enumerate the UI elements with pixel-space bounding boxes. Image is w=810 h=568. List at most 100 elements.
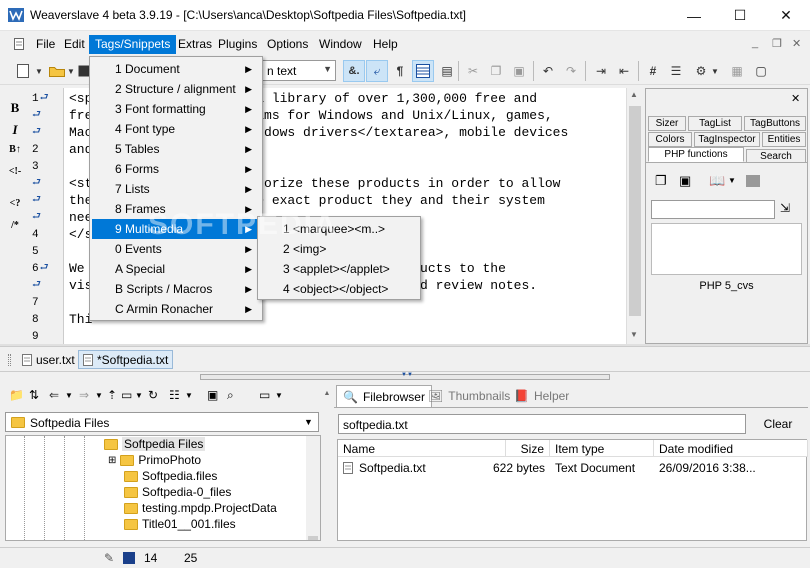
tags-menu-item[interactable]: 0 Events ▶ bbox=[92, 239, 260, 259]
function-icon[interactable] bbox=[746, 175, 760, 187]
view-mode-select[interactable]: n text ▼ bbox=[262, 60, 336, 81]
settings-dropdown-icon[interactable]: ▼ bbox=[710, 60, 720, 82]
up-folder-icon[interactable]: ⇡ bbox=[107, 388, 117, 402]
tree-node[interactable]: Title01__001.files bbox=[124, 516, 236, 532]
outdent-icon[interactable]: ⇤ bbox=[613, 60, 635, 82]
find-icon[interactable]: ⌕ bbox=[227, 388, 234, 403]
bold-button[interactable]: B bbox=[6, 100, 24, 118]
editor-scrollbar[interactable]: ▲ ▼ bbox=[626, 88, 643, 344]
book-icon[interactable]: 📖 bbox=[709, 173, 725, 189]
word-wrap-button[interactable]: ⤶ bbox=[366, 60, 388, 82]
pilcrow-icon[interactable]: ¶ bbox=[389, 60, 411, 82]
open-folder-icon[interactable] bbox=[46, 60, 68, 82]
folder-select[interactable]: Softpedia Files ▼ bbox=[5, 412, 319, 432]
hash-icon[interactable]: # bbox=[642, 60, 664, 82]
column-name[interactable]: Name bbox=[338, 440, 506, 457]
menu-help[interactable]: Help bbox=[367, 35, 404, 54]
view-list-icon[interactable]: ☷ bbox=[169, 388, 180, 402]
scroll-thumb[interactable] bbox=[629, 106, 641, 316]
multimedia-menu-item[interactable]: 3 <applet></applet> bbox=[260, 259, 418, 279]
new-folder-dropdown-icon[interactable]: ▼ bbox=[135, 391, 143, 400]
tags-menu-item[interactable]: 4 Font type ▶ bbox=[92, 119, 260, 139]
forward-icon[interactable]: ⇒ bbox=[79, 388, 89, 402]
tags-menu-item[interactable]: 5 Tables ▶ bbox=[92, 139, 260, 159]
copy-icon[interactable]: ❐ bbox=[485, 60, 507, 82]
clipboard-icon[interactable]: ▢ bbox=[750, 60, 772, 82]
tree-node[interactable]: Softpedia-0_files bbox=[124, 484, 231, 500]
function-list[interactable] bbox=[651, 223, 802, 275]
mdi-minimize-button[interactable]: _ bbox=[752, 37, 758, 49]
vertical-splitter[interactable]: ▲ bbox=[323, 390, 331, 540]
panel-collapse-handle[interactable]: ▼▼ bbox=[200, 372, 610, 380]
list-icon[interactable]: ☰ bbox=[665, 60, 687, 82]
maximize-button[interactable]: ☐ bbox=[717, 0, 763, 31]
comment-button[interactable]: <!- bbox=[6, 166, 24, 184]
drive-icon[interactable]: ▭ bbox=[259, 388, 270, 402]
tab-taginspector[interactable]: TagInspector bbox=[694, 132, 760, 147]
tab-filebrowser[interactable]: 🔍 Filebrowser bbox=[336, 385, 432, 407]
multimedia-menu-item[interactable]: 2 <img> bbox=[260, 239, 418, 259]
tags-menu-item[interactable]: 7 Lists ▶ bbox=[92, 179, 260, 199]
forward-dropdown-icon[interactable]: ▼ bbox=[95, 391, 103, 400]
tags-menu-item[interactable]: 1 Document ▶ bbox=[92, 59, 260, 79]
settings-icon[interactable]: ⚙ bbox=[690, 60, 712, 82]
new-folder-icon[interactable]: ▭ bbox=[121, 388, 132, 402]
function-filter-input[interactable] bbox=[651, 200, 775, 219]
close-button[interactable]: ✕ bbox=[763, 0, 809, 31]
tab-sizer[interactable]: Sizer bbox=[648, 116, 686, 131]
tab-entities[interactable]: Entities bbox=[762, 132, 806, 147]
tags-menu-item[interactable]: B Scripts / Macros ▶ bbox=[92, 279, 260, 299]
paste-icon[interactable]: ▣ bbox=[508, 60, 530, 82]
tab-taglist[interactable]: TagList bbox=[688, 116, 742, 131]
new-file-icon[interactable] bbox=[12, 60, 34, 82]
tab-user-txt[interactable]: user.txt bbox=[18, 350, 79, 369]
tag-ampersand-button[interactable]: &. bbox=[343, 60, 365, 82]
preview-icon[interactable]: ▦ bbox=[726, 60, 748, 82]
tree-scrollbar[interactable] bbox=[306, 436, 320, 540]
php-tag-button[interactable]: <? bbox=[6, 198, 24, 216]
menu-file[interactable]: File bbox=[30, 35, 61, 54]
cut-icon[interactable]: ✂ bbox=[462, 60, 484, 82]
tree-node[interactable]: ⊞ PrimoPhoto bbox=[108, 452, 201, 468]
properties-icon[interactable]: ▣ bbox=[207, 388, 218, 402]
file-list[interactable]: Name Size Item type Date modified Softpe… bbox=[337, 439, 808, 541]
drive-dropdown-icon[interactable]: ▼ bbox=[275, 391, 283, 400]
scroll-down-icon[interactable]: ▼ bbox=[630, 330, 638, 339]
menu-tags-snippets[interactable]: Tags/Snippets bbox=[89, 35, 177, 54]
multimedia-menu-item[interactable]: 4 <object></object> bbox=[260, 279, 418, 299]
tree-node[interactable]: Softpedia.files bbox=[124, 468, 217, 484]
tree-node[interactable]: testing.mpdp.ProjectData bbox=[124, 500, 277, 516]
menu-plugins[interactable]: Plugins bbox=[212, 35, 263, 54]
minimize-button[interactable]: — bbox=[671, 0, 717, 31]
insert-function-icon[interactable]: ⇲ bbox=[780, 201, 790, 215]
panel-close-button[interactable]: ✕ bbox=[791, 92, 800, 105]
new-dropdown-icon[interactable]: ▼ bbox=[34, 60, 44, 82]
tab-php-functions[interactable]: PHP functions bbox=[648, 147, 744, 162]
column-item-type[interactable]: Item type bbox=[550, 440, 654, 457]
mdi-close-button[interactable]: ✕ bbox=[792, 37, 801, 50]
back-icon[interactable]: ⇐ bbox=[49, 388, 59, 402]
open-dropdown-icon[interactable]: ▼ bbox=[66, 60, 76, 82]
sort-icon[interactable]: ⇅ bbox=[29, 388, 39, 402]
menu-edit[interactable]: Edit bbox=[58, 35, 91, 54]
copy-icon[interactable]: ❐ bbox=[655, 173, 667, 189]
scroll-up-icon[interactable]: ▲ bbox=[630, 90, 638, 99]
redo-icon[interactable]: ↷ bbox=[560, 60, 582, 82]
refresh-icon[interactable]: ↻ bbox=[148, 388, 158, 402]
menu-window[interactable]: Window bbox=[313, 35, 368, 54]
menu-options[interactable]: Options bbox=[261, 35, 314, 54]
tags-menu-item[interactable]: C Armin Ronacher ▶ bbox=[92, 299, 260, 319]
undo-icon[interactable]: ↶ bbox=[537, 60, 559, 82]
tab-tagbuttons[interactable]: TagButtons bbox=[744, 116, 806, 131]
columns-icon[interactable]: ▤ bbox=[436, 60, 458, 82]
folder-up-icon[interactable]: 📁 bbox=[9, 388, 24, 402]
folder-tree[interactable]: Softpedia Files ⊞ PrimoPhoto Softpedia.file… bbox=[5, 435, 321, 541]
view-dropdown-icon[interactable]: ▼ bbox=[185, 391, 193, 400]
tab-softpedia-txt[interactable]: *Softpedia.txt bbox=[78, 350, 174, 369]
font-size-button[interactable]: B↑ bbox=[6, 144, 24, 162]
grid-view-button[interactable] bbox=[412, 60, 434, 82]
scroll-thumb[interactable] bbox=[308, 536, 318, 540]
book-dropdown-icon[interactable]: ▼ bbox=[728, 176, 736, 185]
tags-menu-item[interactable]: 2 Structure / alignment ▶ bbox=[92, 79, 260, 99]
block-comment-button[interactable]: /* bbox=[6, 220, 24, 238]
